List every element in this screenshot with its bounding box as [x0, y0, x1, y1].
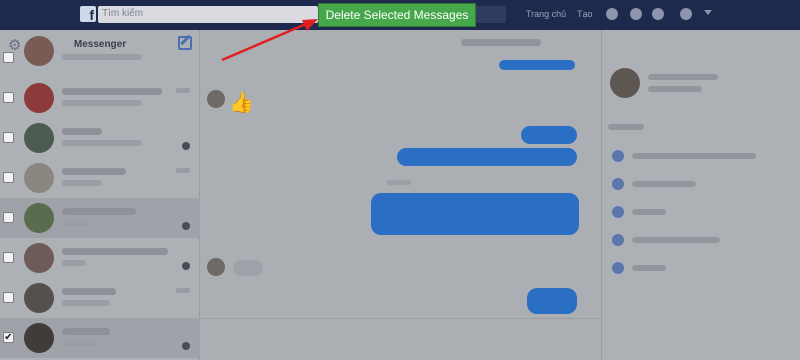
edit-icon[interactable]	[612, 178, 624, 190]
nickname-icon[interactable]	[612, 262, 624, 274]
message-input-area[interactable]	[201, 318, 601, 360]
emoji-icon[interactable]	[612, 234, 624, 246]
info-option[interactable]	[632, 181, 696, 187]
conversation-item[interactable]	[0, 158, 200, 198]
conversation-name	[62, 248, 168, 255]
chat-panel: 👍	[201, 30, 601, 360]
conversation-snippet	[62, 140, 142, 146]
unread-dot-icon	[182, 222, 190, 230]
conversation-checkbox[interactable]	[3, 52, 14, 63]
search-input[interactable]: Tìm kiếm	[98, 6, 318, 23]
friend-requests-icon[interactable]	[606, 8, 618, 20]
conversation-list-sidebar: ⚙ Messenger ✔	[0, 30, 200, 360]
avatar	[207, 258, 225, 276]
home-link[interactable]: Trang chủ	[526, 9, 566, 19]
conversation-item[interactable]	[0, 198, 200, 238]
conversation-snippet	[62, 340, 98, 346]
account-menu-chevron-down-icon[interactable]	[704, 10, 712, 15]
contact-status	[648, 86, 702, 92]
conversation-name	[62, 128, 102, 135]
conversation-time	[176, 88, 190, 93]
avatar	[24, 203, 54, 233]
help-icon[interactable]	[680, 8, 692, 20]
conversation-info-panel	[601, 30, 800, 360]
info-option[interactable]	[632, 153, 756, 159]
unread-dot-icon	[182, 262, 190, 270]
message-bubble	[397, 148, 577, 166]
conversation-name	[62, 88, 162, 95]
avatar	[24, 243, 54, 273]
conversation-item[interactable]	[0, 278, 200, 318]
message-bubble	[233, 260, 263, 276]
avatar	[24, 163, 54, 193]
conversation-item[interactable]	[0, 36, 200, 68]
messenger-icon[interactable]	[630, 8, 642, 20]
conversation-checkbox[interactable]	[3, 212, 14, 223]
create-link[interactable]: Tạo	[577, 9, 593, 19]
conversation-checkbox[interactable]: ✔	[3, 332, 14, 343]
conversation-name	[62, 328, 110, 335]
unread-dot-icon	[182, 342, 190, 350]
conversation-snippet	[62, 54, 142, 60]
conversation-snippet	[62, 220, 90, 226]
avatar	[24, 36, 54, 66]
conversation-name	[62, 208, 136, 215]
conversation-checkbox[interactable]	[3, 92, 14, 103]
conversation-name	[62, 288, 116, 295]
conversation-item[interactable]: ✔	[0, 318, 200, 358]
chat-header-name	[461, 39, 541, 46]
conversation-item[interactable]	[0, 118, 200, 158]
search-placeholder: Tìm kiếm	[102, 8, 144, 19]
conversation-checkbox[interactable]	[3, 172, 14, 183]
search-icon[interactable]	[612, 150, 624, 162]
facebook-logo-icon[interactable]: f	[80, 6, 96, 22]
conversation-snippet	[62, 260, 86, 266]
unread-dot-icon	[182, 142, 190, 150]
conversation-time	[176, 288, 190, 293]
conversation-item[interactable]	[0, 78, 200, 118]
conversation-name	[62, 168, 126, 175]
conversation-snippet	[62, 300, 110, 306]
delete-selected-messages-button[interactable]: Delete Selected Messages	[318, 3, 476, 27]
conversation-snippet	[62, 180, 102, 186]
conversation-checkbox[interactable]	[3, 252, 14, 263]
avatar	[207, 90, 225, 108]
avatar	[24, 323, 54, 353]
section-heading	[608, 124, 644, 130]
contact-name	[648, 74, 718, 80]
conversation-snippet	[62, 100, 142, 106]
message-bubble	[521, 126, 577, 144]
avatar	[24, 123, 54, 153]
conversation-time	[176, 168, 190, 173]
avatar	[24, 83, 54, 113]
message-timestamp	[387, 180, 411, 185]
avatar	[610, 68, 640, 98]
info-option[interactable]	[632, 265, 666, 271]
avatar	[24, 283, 54, 313]
message-bubble	[527, 288, 577, 314]
notifications-bell-icon[interactable]	[652, 8, 664, 20]
message-bubble	[499, 60, 575, 70]
color-icon[interactable]	[612, 206, 624, 218]
search-button[interactable]	[476, 6, 506, 23]
thumbs-up-icon: 👍	[229, 92, 254, 114]
info-option[interactable]	[632, 237, 720, 243]
conversation-checkbox[interactable]	[3, 132, 14, 143]
info-option[interactable]	[632, 209, 666, 215]
conversation-checkbox[interactable]	[3, 292, 14, 303]
conversation-item[interactable]	[0, 238, 200, 278]
check-icon: ✔	[4, 332, 13, 343]
message-bubble	[371, 193, 579, 235]
